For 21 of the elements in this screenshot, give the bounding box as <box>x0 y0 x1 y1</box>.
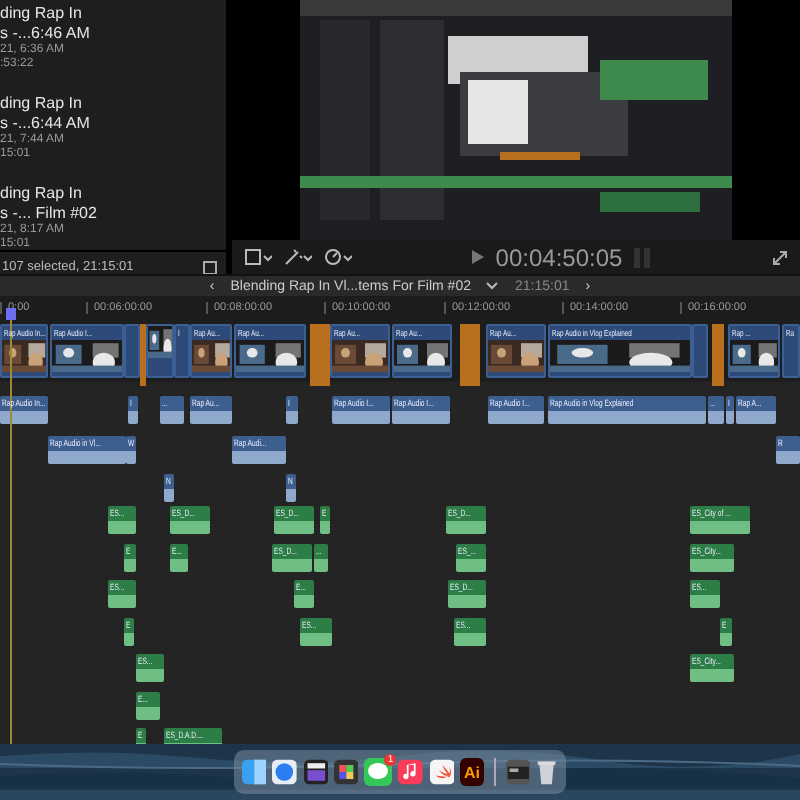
square-select-icon[interactable] <box>244 248 272 266</box>
chevron-down-icon[interactable] <box>486 282 499 290</box>
playhead-marker[interactable] <box>6 308 16 320</box>
video-clip[interactable] <box>146 324 174 378</box>
level-bars-icon <box>634 247 653 267</box>
clip-info-text: ding Rap In <box>0 4 84 22</box>
wand-icon[interactable] <box>284 248 312 266</box>
clip-info-text: ding Rap In <box>0 94 84 112</box>
clip-info-text: s -... Film #02 <box>0 204 99 222</box>
clip-info-text: s -...6:44 AM <box>0 114 92 132</box>
play-icon[interactable] <box>471 250 484 264</box>
square-icon[interactable] <box>202 259 218 275</box>
timecode: 00:04:50:05 <box>495 243 623 271</box>
video-clip[interactable] <box>692 324 708 378</box>
speed-gauge-icon[interactable] <box>324 248 352 266</box>
chat-bubble-icon[interactable] <box>364 758 393 786</box>
video-clip[interactable] <box>124 324 140 378</box>
expand-icon[interactable] <box>772 249 788 265</box>
clip-info-text: s -...6:46 AM <box>0 24 92 42</box>
trash-icon[interactable] <box>536 758 558 786</box>
clip-info-text: ding Rap In <box>0 184 84 202</box>
